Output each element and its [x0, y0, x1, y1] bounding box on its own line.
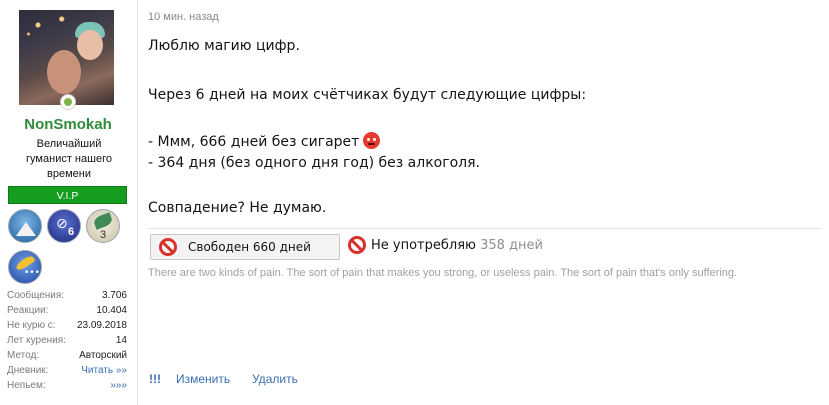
no-drinking-link[interactable]: »»» [110, 378, 127, 393]
leaf-trophy-icon[interactable]: 3 [86, 209, 120, 243]
post-line: - Ммм, 666 дней без сигарет [148, 134, 360, 150]
no-alcohol-icon [348, 236, 366, 254]
post-line: Люблю магию цифр. [148, 38, 300, 54]
trophy-count: 3 [100, 229, 107, 241]
user-stats: Сообщения: 3.706 Реакции: 10.404 Не курю… [7, 288, 127, 393]
user-title: Величайший гуманист нашего времени [26, 138, 112, 180]
stat-diary: Дневник: Читать »» [7, 363, 127, 378]
stat-messages: Сообщения: 3.706 [7, 290, 127, 301]
mountain-trophy-icon[interactable] [8, 209, 42, 243]
vip-badge: V.I.P [8, 186, 127, 204]
signature-quote: There are two kinds of pain. The sort of… [148, 267, 738, 279]
online-status-icon [60, 94, 76, 110]
post: 10 мин. назад Люблю магию цифр. Через 6 … [148, 0, 821, 405]
post-line: - 364 дня (без одного дня год) без алког… [148, 155, 480, 171]
no-smoking-icon [159, 238, 177, 256]
delete-link[interactable]: Удалить [252, 372, 298, 386]
report-button[interactable]: !!! [149, 372, 161, 386]
signature-divider [148, 228, 821, 229]
avatar[interactable] [19, 10, 114, 105]
user-sidebar: NonSmokah Величайший гуманист нашего вре… [0, 0, 138, 405]
diary-link[interactable]: Читать »» [81, 363, 127, 378]
trophy-count: 6 [68, 226, 75, 238]
stat-smoking-years: Лет курения: 14 [7, 335, 127, 346]
post-line-with-emoji: - Ммм, 666 дней без сигарет [148, 132, 381, 150]
devil-emoji-icon [363, 132, 381, 149]
post-line: Через 6 дней на моих счётчиках будут сле… [148, 87, 587, 103]
no-alcohol-trophy-icon[interactable]: ⊘ 6 [47, 209, 81, 243]
post-timestamp[interactable]: 10 мин. назад [148, 11, 219, 23]
counter-label: Свободен 660 дней [188, 240, 311, 254]
stat-quit-date: Не курю с: 23.09.2018 [7, 320, 127, 331]
stat-no-drinking: Непьем: »»» [7, 378, 127, 393]
post-line: Совпадение? Не думаю. [148, 200, 327, 216]
username[interactable]: NonSmokah [0, 116, 136, 133]
stat-method: Метод: Авторский [7, 350, 127, 361]
edit-link[interactable]: Изменить [176, 372, 230, 386]
counter-label: Не употребляю 358 дней [371, 238, 543, 253]
smoke-free-counter[interactable]: Свободен 660 дней [150, 234, 340, 260]
stat-reactions: Реакции: 10.404 [7, 305, 127, 316]
feather-trophy-icon[interactable]: ••• [8, 250, 42, 284]
